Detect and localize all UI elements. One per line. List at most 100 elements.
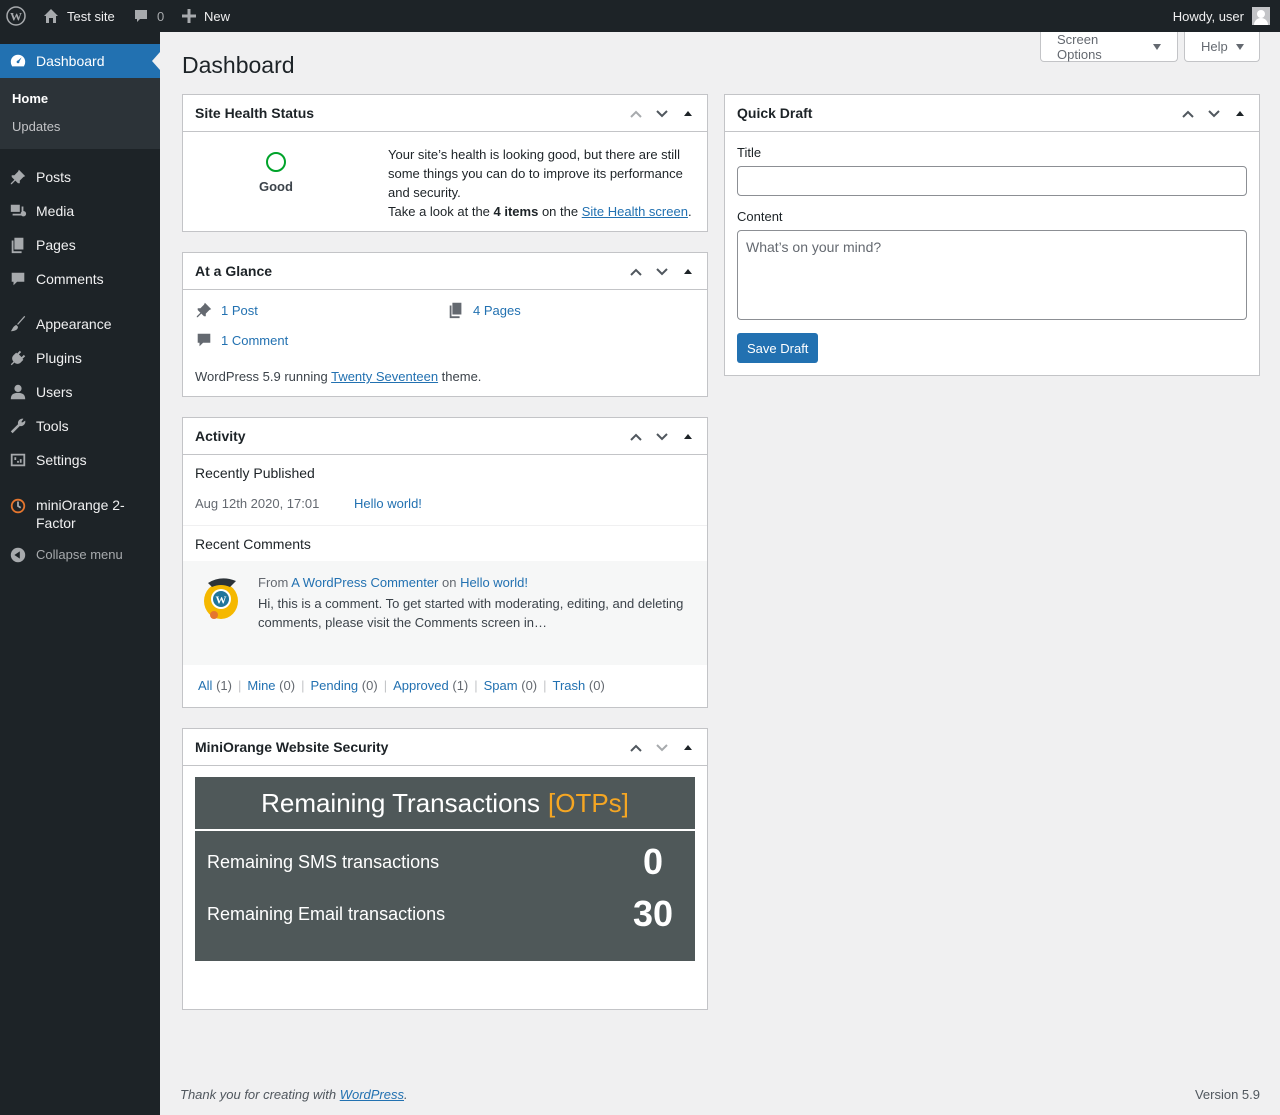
sidebar-item-label: Plugins	[36, 350, 82, 366]
filter-pending[interactable]: Pending (0)	[310, 678, 377, 693]
title-label: Title	[737, 145, 762, 160]
commenter-link[interactable]: A WordPress Commenter	[291, 575, 438, 590]
filter-label[interactable]: Spam	[484, 678, 518, 693]
sidebar-item-dashboard[interactable]: Dashboard	[0, 44, 160, 78]
filter-label[interactable]: Pending	[310, 678, 358, 693]
move-up-icon[interactable]	[627, 263, 645, 281]
site-name: Test site	[67, 8, 115, 24]
widget-title: Site Health Status	[195, 105, 315, 121]
settings-icon	[0, 443, 36, 477]
health-period: .	[687, 204, 692, 219]
filter-mine[interactable]: Mine (0)	[247, 678, 295, 693]
toggle-panel-icon[interactable]	[679, 105, 697, 123]
glance-comments[interactable]: 1 Comment	[195, 331, 288, 349]
wordpress-logo-icon[interactable]: W	[6, 0, 28, 32]
glance-posts-link[interactable]: 1 Post	[221, 303, 258, 318]
filter-label[interactable]: Mine	[247, 678, 275, 693]
widget-title: Quick Draft	[737, 105, 813, 121]
site-name-link[interactable]: Test site	[43, 0, 115, 32]
glance-comments-link[interactable]: 1 Comment	[221, 333, 288, 348]
comment-icon	[0, 262, 36, 296]
separator: |	[383, 678, 388, 693]
sidebar-item-label: Posts	[36, 169, 72, 185]
filter-label[interactable]: All	[198, 678, 212, 693]
move-up-icon[interactable]	[1179, 105, 1197, 123]
user-avatar-icon	[1252, 7, 1270, 25]
toggle-panel-icon[interactable]	[1231, 105, 1249, 123]
widget-header: Activity	[183, 418, 707, 455]
sidebar-item-plugins[interactable]: Plugins	[0, 341, 160, 375]
content-textarea[interactable]: What’s on your mind?	[737, 230, 1247, 320]
health-items-count: 4 items	[493, 204, 539, 219]
screen-options-button[interactable]: Screen Options	[1040, 32, 1178, 62]
toggle-panel-icon[interactable]	[679, 263, 697, 281]
filter-approved[interactable]: Approved (1)	[393, 678, 468, 693]
move-up-icon[interactable]	[627, 105, 645, 123]
site-health-link[interactable]: Site Health screen	[582, 204, 688, 219]
comment-icon	[197, 333, 211, 347]
glance-posts[interactable]: 1 Post	[195, 301, 258, 319]
toggle-panel-icon[interactable]	[679, 739, 697, 757]
filter-label[interactable]: Trash	[553, 678, 586, 693]
help-button[interactable]: Help	[1184, 32, 1260, 62]
sidebar-item-settings[interactable]: Settings	[0, 443, 160, 477]
move-up-icon[interactable]	[627, 428, 645, 446]
move-down-icon[interactable]	[653, 428, 671, 446]
account-menu[interactable]: Howdy, user	[1173, 0, 1270, 32]
page-title: Dashboard	[182, 52, 295, 78]
divider	[183, 525, 707, 526]
new-content-link[interactable]: New	[182, 0, 230, 32]
title-input[interactable]	[737, 166, 1247, 196]
wordpress-link[interactable]: WordPress	[340, 1087, 404, 1102]
submenu-home[interactable]: Home	[12, 91, 48, 106]
comments-link[interactable]: 0	[133, 0, 164, 32]
sidebar-item-label: Appearance	[36, 316, 112, 332]
sidebar-item-tools[interactable]: Tools	[0, 409, 160, 443]
sidebar-item-users[interactable]: Users	[0, 375, 160, 409]
media-icon	[0, 194, 36, 228]
glance-pages[interactable]: 4 Pages	[447, 301, 521, 319]
sidebar-item-pages[interactable]: Pages	[0, 228, 160, 262]
new-label: New	[204, 8, 231, 24]
sidebar-item-miniorange[interactable]: miniOrange 2-Factor	[0, 494, 160, 532]
widget-title: MiniOrange Website Security	[195, 739, 389, 755]
theme-link[interactable]: Twenty Seventeen	[331, 369, 438, 384]
collapse-label: Collapse menu	[36, 547, 123, 562]
collapse-menu-button[interactable]: Collapse menu	[0, 538, 160, 572]
move-down-icon[interactable]	[1205, 105, 1223, 123]
screen-options-label: Screen Options	[1057, 31, 1102, 62]
save-draft-button[interactable]: Save Draft	[737, 333, 819, 363]
filter-label[interactable]: Approved	[393, 678, 449, 693]
email-row: Remaining Email transactions 30	[207, 893, 683, 935]
comment-icon	[135, 10, 147, 22]
filter-all[interactable]: All (1)	[198, 678, 232, 693]
otp-heading-accent: [OTPs]	[548, 787, 629, 818]
sidebar-item-comments[interactable]: Comments	[0, 262, 160, 296]
toggle-panel-icon[interactable]	[679, 428, 697, 446]
separator: |	[474, 678, 478, 693]
filter-trash[interactable]: Trash (0)	[553, 678, 605, 693]
recent-comments-heading: Recent Comments	[195, 536, 311, 552]
filter-spam[interactable]: Spam (0)	[484, 678, 537, 693]
sidebar-item-posts[interactable]: Posts	[0, 160, 160, 194]
move-down-icon[interactable]	[653, 105, 671, 123]
submenu-updates[interactable]: Updates	[12, 119, 60, 134]
move-up-icon[interactable]	[627, 739, 645, 757]
comment-post-link[interactable]: Hello world!	[460, 575, 528, 590]
caret-down-icon	[1153, 43, 1161, 50]
glance-pages-link[interactable]: 4 Pages	[473, 303, 521, 318]
sidebar-item-media[interactable]: Media	[0, 194, 160, 228]
otp-counts: Remaining SMS transactions 0 Remaining E…	[195, 831, 695, 961]
sidebar-item-appearance[interactable]: Appearance	[0, 307, 160, 341]
move-down-icon[interactable]	[653, 739, 671, 757]
sidebar-item-label: Settings	[36, 452, 87, 468]
commenter-avatar: W	[204, 578, 238, 619]
wordpress-version-info: WordPress 5.9 running Twenty Seventeen t…	[195, 369, 481, 384]
sidebar-item-label: Dashboard	[36, 53, 105, 69]
published-post-link[interactable]: Hello world!	[354, 496, 422, 511]
footer-thanks: Thank you for creating with WordPress.	[180, 1087, 408, 1102]
help-label: Help	[1201, 39, 1228, 54]
widget-controls	[627, 95, 697, 132]
activity-widget: Activity Recently Published Aug 12th 202…	[182, 417, 708, 708]
move-down-icon[interactable]	[653, 263, 671, 281]
